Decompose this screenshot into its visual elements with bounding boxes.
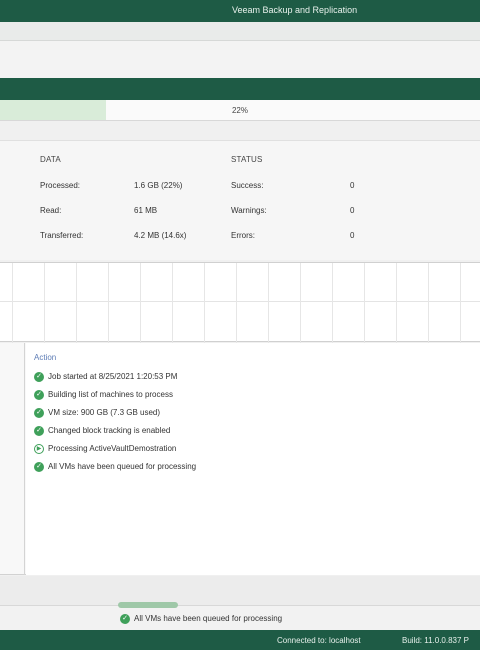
log-entry-text: VM size: 900 GB (7.3 GB used) <box>48 408 161 417</box>
transferred-label: Transferred: <box>40 231 84 240</box>
success-value: 0 <box>350 181 355 190</box>
chart-gridline <box>12 263 13 343</box>
chart-gridline <box>108 263 109 343</box>
connection-status: Connected to: localhost <box>277 636 361 645</box>
success-check-icon: ✓ <box>34 426 44 436</box>
success-check-icon: ✓ <box>34 462 44 472</box>
pane-splitter[interactable] <box>24 343 25 575</box>
in-progress-icon: ▶ <box>34 444 44 454</box>
partially-hidden-log-entry <box>118 602 178 608</box>
chart-gridline <box>268 263 269 343</box>
read-label: Read: <box>40 206 62 215</box>
job-statistics-panel: DATA Processed: 1.6 GB (22%) Read: 61 MB… <box>0 140 480 260</box>
success-check-icon: ✓ <box>34 372 44 382</box>
success-label: Success: <box>231 181 264 190</box>
background-log-text: All VMs have been queued for processing <box>134 614 283 623</box>
chart-gridline <box>236 263 237 343</box>
build-version: Build: 11.0.0.837 P <box>402 636 470 645</box>
action-log-area: Action ✓ Job started at 8/25/2021 1:20:5… <box>0 343 480 575</box>
status-heading: STATUS <box>231 155 263 164</box>
status-bar: Connected to: localhost Build: 11.0.0.83… <box>0 630 480 650</box>
background-window-area: ✓ All VMs have been queued for processin… <box>0 576 480 630</box>
data-heading: DATA <box>40 155 61 164</box>
log-entry-text: Processing ActiveVaultDemostration <box>48 444 177 453</box>
log-entry-text: All VMs have been queued for processing <box>48 462 197 471</box>
toolbar-area <box>0 41 480 78</box>
job-progress-bar: 22% <box>0 100 480 121</box>
log-entry-text: Job started at 8/25/2021 1:20:53 PM <box>48 372 178 381</box>
chart-gridline <box>396 263 397 343</box>
title-bar: Veeam Backup and Replication <box>0 0 480 22</box>
processed-value: 1.6 GB (22%) <box>134 181 183 190</box>
background-window-strip <box>0 576 480 606</box>
read-value: 61 MB <box>134 206 158 215</box>
errors-value: 0 <box>350 231 355 240</box>
chart-gridline <box>428 263 429 343</box>
success-check-icon: ✓ <box>120 614 130 624</box>
chart-gridline <box>364 263 365 343</box>
chart-gridline <box>140 263 141 343</box>
throughput-chart <box>0 262 480 343</box>
errors-label: Errors: <box>231 231 255 240</box>
warnings-label: Warnings: <box>231 206 267 215</box>
chart-gridline <box>0 301 480 302</box>
log-entry-text: Building list of machines to process <box>48 390 173 399</box>
chart-gridline <box>300 263 301 343</box>
processed-label: Processed: <box>40 181 81 190</box>
chart-gridline <box>76 263 77 343</box>
progress-percent: 22% <box>231 106 248 115</box>
chart-gridline <box>204 263 205 343</box>
transferred-value: 4.2 MB (14.6x) <box>134 231 187 240</box>
window-title: Veeam Backup and Replication <box>232 5 358 15</box>
success-check-icon: ✓ <box>34 390 44 400</box>
ribbon-bar <box>0 22 480 41</box>
log-entry-text: Changed block tracking is enabled <box>48 426 171 435</box>
header-band <box>0 78 480 100</box>
chart-gridline <box>44 263 45 343</box>
action-log-panel[interactable]: Action ✓ Job started at 8/25/2021 1:20:5… <box>26 343 480 575</box>
chart-gridline <box>332 263 333 343</box>
chart-gridline <box>460 263 461 343</box>
action-column-header[interactable]: Action <box>34 353 56 362</box>
success-check-icon: ✓ <box>34 408 44 418</box>
chart-gridline <box>172 263 173 343</box>
warnings-value: 0 <box>350 206 355 215</box>
